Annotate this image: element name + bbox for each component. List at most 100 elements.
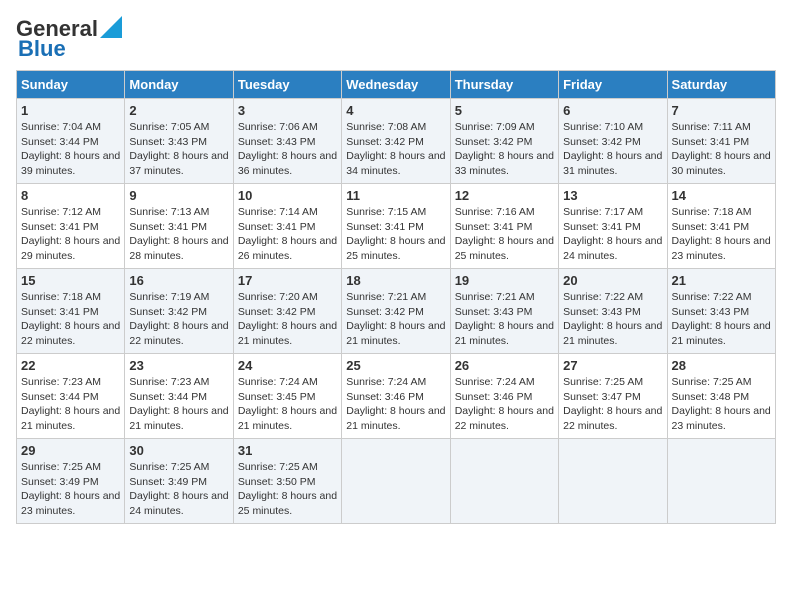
- day-cell-31: 31 Sunrise: 7:25 AMSunset: 3:50 PMDaylig…: [233, 439, 341, 524]
- day-cell-1: 1 Sunrise: 7:04 AMSunset: 3:44 PMDayligh…: [17, 99, 125, 184]
- day-info: Sunrise: 7:11 AMSunset: 3:41 PMDaylight:…: [672, 121, 771, 177]
- day-number: 15: [21, 273, 120, 288]
- day-header-monday: Monday: [125, 71, 233, 99]
- day-number: 16: [129, 273, 228, 288]
- day-info: Sunrise: 7:13 AMSunset: 3:41 PMDaylight:…: [129, 206, 228, 262]
- day-header-tuesday: Tuesday: [233, 71, 341, 99]
- day-number: 8: [21, 188, 120, 203]
- day-number: 13: [563, 188, 662, 203]
- day-number: 4: [346, 103, 445, 118]
- day-info: Sunrise: 7:25 AMSunset: 3:50 PMDaylight:…: [238, 461, 337, 517]
- day-cell-28: 28 Sunrise: 7:25 AMSunset: 3:48 PMDaylig…: [667, 354, 775, 439]
- day-cell-3: 3 Sunrise: 7:06 AMSunset: 3:43 PMDayligh…: [233, 99, 341, 184]
- day-number: 10: [238, 188, 337, 203]
- day-header-wednesday: Wednesday: [342, 71, 450, 99]
- day-info: Sunrise: 7:22 AMSunset: 3:43 PMDaylight:…: [563, 291, 662, 347]
- day-number: 18: [346, 273, 445, 288]
- day-cell-4: 4 Sunrise: 7:08 AMSunset: 3:42 PMDayligh…: [342, 99, 450, 184]
- day-number: 29: [21, 443, 120, 458]
- day-number: 2: [129, 103, 228, 118]
- day-info: Sunrise: 7:16 AMSunset: 3:41 PMDaylight:…: [455, 206, 554, 262]
- day-info: Sunrise: 7:24 AMSunset: 3:46 PMDaylight:…: [455, 376, 554, 432]
- day-cell-15: 15 Sunrise: 7:18 AMSunset: 3:41 PMDaylig…: [17, 269, 125, 354]
- day-number: 1: [21, 103, 120, 118]
- logo-icon: [100, 16, 122, 38]
- day-header-saturday: Saturday: [667, 71, 775, 99]
- day-info: Sunrise: 7:21 AMSunset: 3:42 PMDaylight:…: [346, 291, 445, 347]
- day-number: 23: [129, 358, 228, 373]
- day-info: Sunrise: 7:22 AMSunset: 3:43 PMDaylight:…: [672, 291, 771, 347]
- day-number: 20: [563, 273, 662, 288]
- day-info: Sunrise: 7:21 AMSunset: 3:43 PMDaylight:…: [455, 291, 554, 347]
- day-number: 7: [672, 103, 771, 118]
- day-number: 3: [238, 103, 337, 118]
- day-header-thursday: Thursday: [450, 71, 558, 99]
- empty-cell: [450, 439, 558, 524]
- day-number: 27: [563, 358, 662, 373]
- day-cell-13: 13 Sunrise: 7:17 AMSunset: 3:41 PMDaylig…: [559, 184, 667, 269]
- day-cell-17: 17 Sunrise: 7:20 AMSunset: 3:42 PMDaylig…: [233, 269, 341, 354]
- day-number: 17: [238, 273, 337, 288]
- day-cell-5: 5 Sunrise: 7:09 AMSunset: 3:42 PMDayligh…: [450, 99, 558, 184]
- day-cell-23: 23 Sunrise: 7:23 AMSunset: 3:44 PMDaylig…: [125, 354, 233, 439]
- day-cell-2: 2 Sunrise: 7:05 AMSunset: 3:43 PMDayligh…: [125, 99, 233, 184]
- day-info: Sunrise: 7:06 AMSunset: 3:43 PMDaylight:…: [238, 121, 337, 177]
- day-cell-29: 29 Sunrise: 7:25 AMSunset: 3:49 PMDaylig…: [17, 439, 125, 524]
- day-info: Sunrise: 7:25 AMSunset: 3:49 PMDaylight:…: [21, 461, 120, 517]
- day-info: Sunrise: 7:24 AMSunset: 3:45 PMDaylight:…: [238, 376, 337, 432]
- day-info: Sunrise: 7:08 AMSunset: 3:42 PMDaylight:…: [346, 121, 445, 177]
- day-info: Sunrise: 7:09 AMSunset: 3:42 PMDaylight:…: [455, 121, 554, 177]
- day-info: Sunrise: 7:19 AMSunset: 3:42 PMDaylight:…: [129, 291, 228, 347]
- day-info: Sunrise: 7:23 AMSunset: 3:44 PMDaylight:…: [129, 376, 228, 432]
- day-info: Sunrise: 7:20 AMSunset: 3:42 PMDaylight:…: [238, 291, 337, 347]
- day-cell-26: 26 Sunrise: 7:24 AMSunset: 3:46 PMDaylig…: [450, 354, 558, 439]
- day-cell-19: 19 Sunrise: 7:21 AMSunset: 3:43 PMDaylig…: [450, 269, 558, 354]
- day-cell-22: 22 Sunrise: 7:23 AMSunset: 3:44 PMDaylig…: [17, 354, 125, 439]
- logo-blue: Blue: [18, 36, 66, 62]
- day-info: Sunrise: 7:15 AMSunset: 3:41 PMDaylight:…: [346, 206, 445, 262]
- logo: General Blue: [16, 16, 122, 62]
- day-cell-18: 18 Sunrise: 7:21 AMSunset: 3:42 PMDaylig…: [342, 269, 450, 354]
- day-cell-7: 7 Sunrise: 7:11 AMSunset: 3:41 PMDayligh…: [667, 99, 775, 184]
- empty-cell: [667, 439, 775, 524]
- day-info: Sunrise: 7:12 AMSunset: 3:41 PMDaylight:…: [21, 206, 120, 262]
- day-cell-30: 30 Sunrise: 7:25 AMSunset: 3:49 PMDaylig…: [125, 439, 233, 524]
- day-info: Sunrise: 7:04 AMSunset: 3:44 PMDaylight:…: [21, 121, 120, 177]
- page-header: General Blue: [16, 16, 776, 62]
- day-info: Sunrise: 7:25 AMSunset: 3:48 PMDaylight:…: [672, 376, 771, 432]
- day-cell-9: 9 Sunrise: 7:13 AMSunset: 3:41 PMDayligh…: [125, 184, 233, 269]
- day-number: 31: [238, 443, 337, 458]
- day-number: 5: [455, 103, 554, 118]
- day-info: Sunrise: 7:23 AMSunset: 3:44 PMDaylight:…: [21, 376, 120, 432]
- day-number: 9: [129, 188, 228, 203]
- day-number: 30: [129, 443, 228, 458]
- day-cell-20: 20 Sunrise: 7:22 AMSunset: 3:43 PMDaylig…: [559, 269, 667, 354]
- day-number: 26: [455, 358, 554, 373]
- day-cell-14: 14 Sunrise: 7:18 AMSunset: 3:41 PMDaylig…: [667, 184, 775, 269]
- day-number: 28: [672, 358, 771, 373]
- empty-cell: [559, 439, 667, 524]
- day-number: 12: [455, 188, 554, 203]
- day-header-sunday: Sunday: [17, 71, 125, 99]
- day-info: Sunrise: 7:10 AMSunset: 3:42 PMDaylight:…: [563, 121, 662, 177]
- day-info: Sunrise: 7:05 AMSunset: 3:43 PMDaylight:…: [129, 121, 228, 177]
- calendar-table: SundayMondayTuesdayWednesdayThursdayFrid…: [16, 70, 776, 524]
- day-number: 14: [672, 188, 771, 203]
- day-number: 25: [346, 358, 445, 373]
- day-info: Sunrise: 7:17 AMSunset: 3:41 PMDaylight:…: [563, 206, 662, 262]
- day-cell-27: 27 Sunrise: 7:25 AMSunset: 3:47 PMDaylig…: [559, 354, 667, 439]
- day-cell-21: 21 Sunrise: 7:22 AMSunset: 3:43 PMDaylig…: [667, 269, 775, 354]
- day-cell-8: 8 Sunrise: 7:12 AMSunset: 3:41 PMDayligh…: [17, 184, 125, 269]
- day-cell-24: 24 Sunrise: 7:24 AMSunset: 3:45 PMDaylig…: [233, 354, 341, 439]
- day-cell-16: 16 Sunrise: 7:19 AMSunset: 3:42 PMDaylig…: [125, 269, 233, 354]
- day-header-friday: Friday: [559, 71, 667, 99]
- day-number: 19: [455, 273, 554, 288]
- day-number: 21: [672, 273, 771, 288]
- day-number: 24: [238, 358, 337, 373]
- day-info: Sunrise: 7:18 AMSunset: 3:41 PMDaylight:…: [672, 206, 771, 262]
- day-cell-25: 25 Sunrise: 7:24 AMSunset: 3:46 PMDaylig…: [342, 354, 450, 439]
- empty-cell: [342, 439, 450, 524]
- day-cell-6: 6 Sunrise: 7:10 AMSunset: 3:42 PMDayligh…: [559, 99, 667, 184]
- day-number: 6: [563, 103, 662, 118]
- day-cell-12: 12 Sunrise: 7:16 AMSunset: 3:41 PMDaylig…: [450, 184, 558, 269]
